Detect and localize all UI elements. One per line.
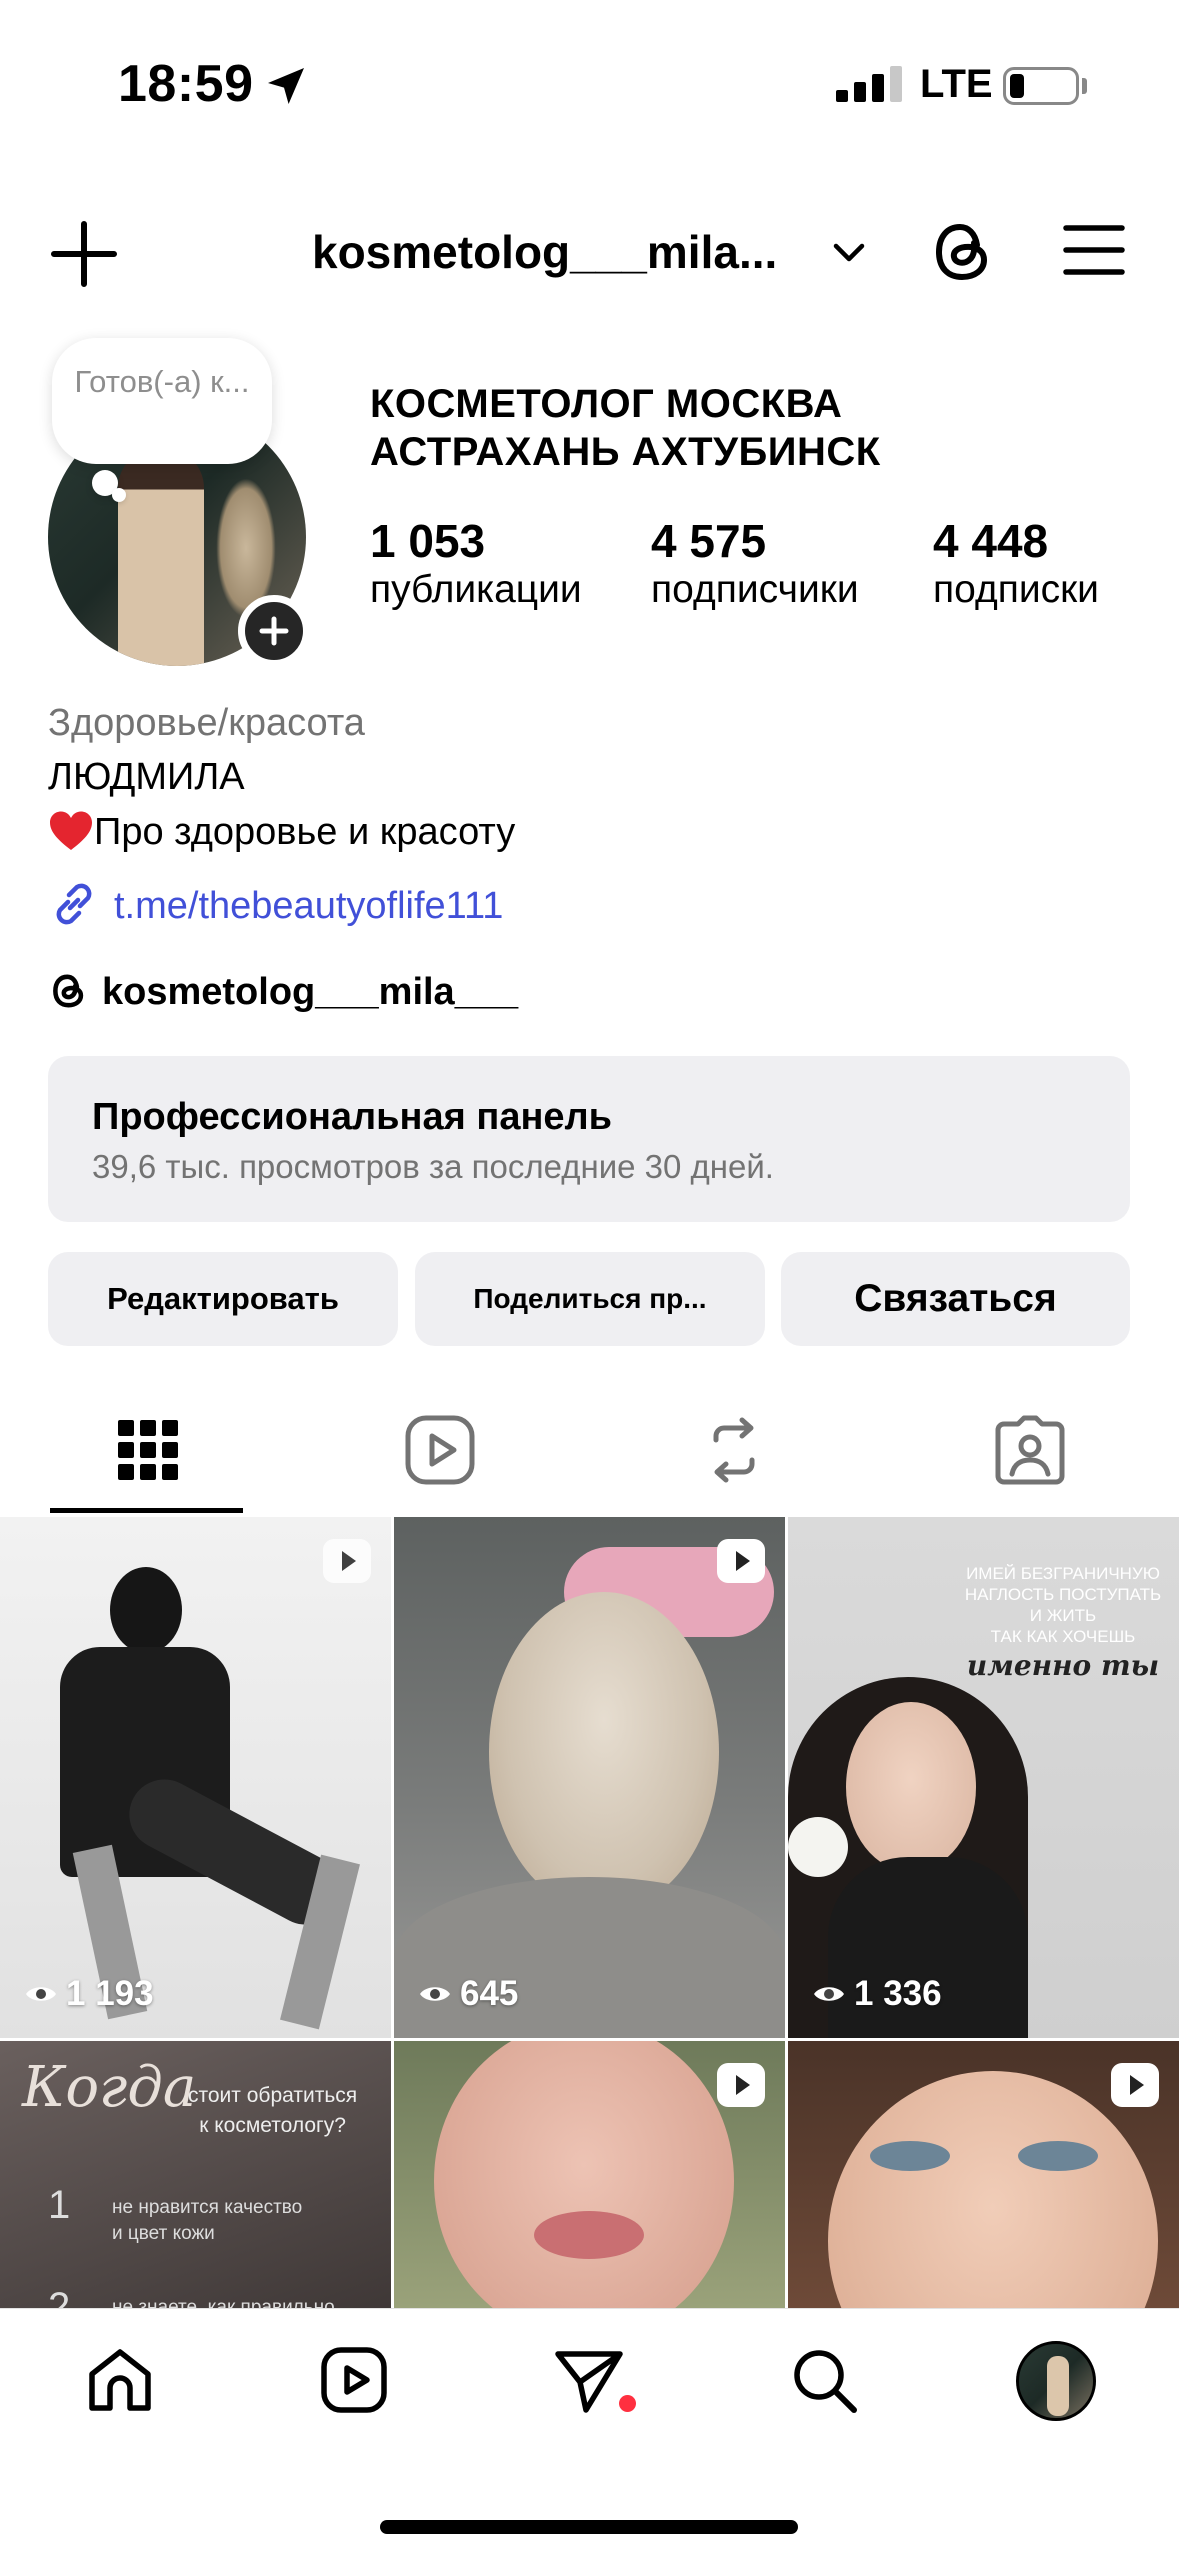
post-views: 1 336 — [812, 1974, 942, 2014]
stat-label: подписки — [933, 568, 1099, 611]
active-tab-indicator — [50, 1508, 243, 1513]
views-count: 645 — [460, 1974, 519, 2013]
overlay-line: стоит обратиться — [188, 2084, 358, 2107]
profile-name: КОСМЕТОЛОГ МОСКВА АСТРАХАНЬ АХТУБИНСК — [370, 382, 881, 474]
views-count: 1 193 — [66, 1974, 154, 2013]
post-views: 645 — [418, 1974, 518, 2014]
overlay-line: НАГЛОСТЬ ПОСТУПАТЬ — [964, 1585, 1162, 1604]
overlay-line: не нравится качество — [112, 2197, 303, 2218]
overlay-item: не нравится качество и цвет кожи — [112, 2195, 302, 2247]
direct-messages-icon[interactable] — [552, 2344, 628, 2420]
tab-tagged-icon[interactable] — [990, 1410, 1070, 1490]
threads-handle: kosmetolog___mila___ — [102, 971, 519, 1013]
create-plus-icon[interactable] — [48, 218, 120, 290]
overlay-line: не знаете, как правильно — [112, 2297, 335, 2308]
overlay-line: и цвет кожи — [112, 2223, 215, 2244]
link-text: t.me/thebeautyoflife111 — [114, 885, 504, 927]
reel-badge-icon — [717, 2063, 765, 2107]
menu-hamburger-icon[interactable] — [1062, 222, 1126, 278]
bio-line: Про здоровье и красоту — [48, 810, 515, 854]
reel-badge-icon — [1111, 2063, 1159, 2107]
username-switcher[interactable]: kosmetolog___mila... — [312, 225, 777, 279]
battery-icon — [1003, 67, 1079, 105]
contact-button[interactable]: Связаться — [781, 1252, 1130, 1346]
post-overlay-text: стоит обратиться к косметологу? — [188, 2081, 357, 2141]
overlay-line: ИМЕЙ БЕЗГРАНИЧНУЮ — [966, 1564, 1160, 1583]
overlay-script: именно ты — [966, 1649, 1160, 1682]
home-indicator — [380, 2520, 798, 2534]
notification-dot — [619, 2395, 636, 2412]
edit-profile-button[interactable]: Редактировать — [48, 1252, 398, 1346]
stat-value: 1 053 — [370, 515, 486, 567]
reels-icon[interactable] — [318, 2344, 390, 2416]
grid-post-2[interactable]: 645 — [394, 1517, 785, 2038]
share-profile-button[interactable]: Поделиться пр... — [415, 1252, 765, 1346]
overlay-line: И ЖИТЬ — [1029, 1606, 1097, 1625]
chevron-down-icon[interactable] — [830, 236, 868, 270]
grid-post-5[interactable] — [394, 2041, 785, 2308]
profile-screen: { "status_bar": { "time": "18:59", "netw… — [0, 0, 1179, 2556]
professional-dashboard[interactable]: Профессиональная панель 39,6 тыс. просмо… — [48, 1056, 1130, 1222]
overlay-line: ТАК КАК ХОЧЕШЬ — [990, 1627, 1136, 1646]
bio-text: Про здоровье и красоту — [94, 811, 516, 853]
post-views: 1 193 — [24, 1974, 154, 2014]
stat-value: 4 448 — [933, 515, 1049, 567]
profile-tab-avatar[interactable] — [1016, 2341, 1096, 2421]
grid-post-6[interactable] — [788, 2041, 1179, 2308]
note-tail-dot-small — [112, 488, 126, 502]
overlay-line: к косметологу? — [199, 2114, 346, 2137]
bio-link[interactable]: t.me/thebeautyoflife111 — [48, 878, 503, 930]
views-count: 1 336 — [854, 1974, 942, 2013]
pro-panel-title: Профессиональная панель — [92, 1096, 613, 1138]
stat-following[interactable]: 4 448 подписки — [933, 514, 1099, 612]
overlay-num: 1 — [48, 2183, 71, 2227]
search-icon[interactable] — [788, 2344, 860, 2416]
reel-badge-icon — [717, 1539, 765, 1583]
stat-label: подписчики — [651, 568, 859, 611]
network-type: LTE — [920, 62, 993, 106]
threads-icon[interactable] — [928, 215, 998, 289]
tab-reposts-icon[interactable] — [694, 1410, 774, 1490]
link-icon — [56, 883, 92, 925]
threads-profile-link[interactable]: kosmetolog___mila___ — [48, 970, 518, 1014]
stat-followers[interactable]: 4 575 подписчики — [651, 514, 859, 612]
stat-posts[interactable]: 1 053 публикации — [370, 514, 582, 612]
bio-name: ЛЮДМИЛА — [48, 756, 245, 798]
overlay-script: Когда — [22, 2055, 197, 2120]
location-arrow-icon — [268, 68, 304, 104]
post-overlay-text: ИМЕЙ БЕЗГРАНИЧНУЮ НАГЛОСТЬ ПОСТУПАТЬ И Ж… — [958, 1563, 1168, 1682]
cellular-signal-icon — [836, 66, 902, 102]
overlay-num: 2 — [48, 2285, 71, 2308]
pro-panel-subtitle: 39,6 тыс. просмотров за последние 30 дне… — [92, 1148, 774, 1185]
grid-post-1[interactable]: 1 193 — [0, 1517, 391, 2038]
add-story-button[interactable] — [238, 595, 310, 667]
plus-icon — [259, 616, 289, 646]
note-text: Готов(-а) к... — [74, 364, 250, 399]
stat-value: 4 575 — [651, 515, 767, 567]
status-time: 18:59 — [118, 55, 254, 113]
profile-category: Здоровье/красота — [48, 702, 365, 744]
heart-emoji-icon — [50, 811, 92, 850]
threads-icon — [53, 974, 84, 1008]
home-icon[interactable] — [84, 2344, 156, 2416]
reel-badge-icon — [323, 1539, 371, 1583]
tab-grid-icon[interactable] — [108, 1410, 188, 1490]
grid-post-4[interactable]: Когда стоит обратиться к косметологу? 1 … — [0, 2041, 391, 2308]
grid-post-3[interactable]: ИМЕЙ БЕЗГРАНИЧНУЮ НАГЛОСТЬ ПОСТУПАТЬ И Ж… — [788, 1517, 1179, 2038]
eye-icon — [814, 1987, 844, 2001]
battery-tip — [1082, 78, 1087, 94]
eye-icon — [26, 1987, 56, 2001]
tab-reels-icon[interactable] — [400, 1410, 480, 1490]
eye-icon — [420, 1987, 450, 2001]
note-bubble[interactable]: Готов(-а) к... — [52, 338, 272, 464]
stat-label: публикации — [370, 568, 582, 611]
